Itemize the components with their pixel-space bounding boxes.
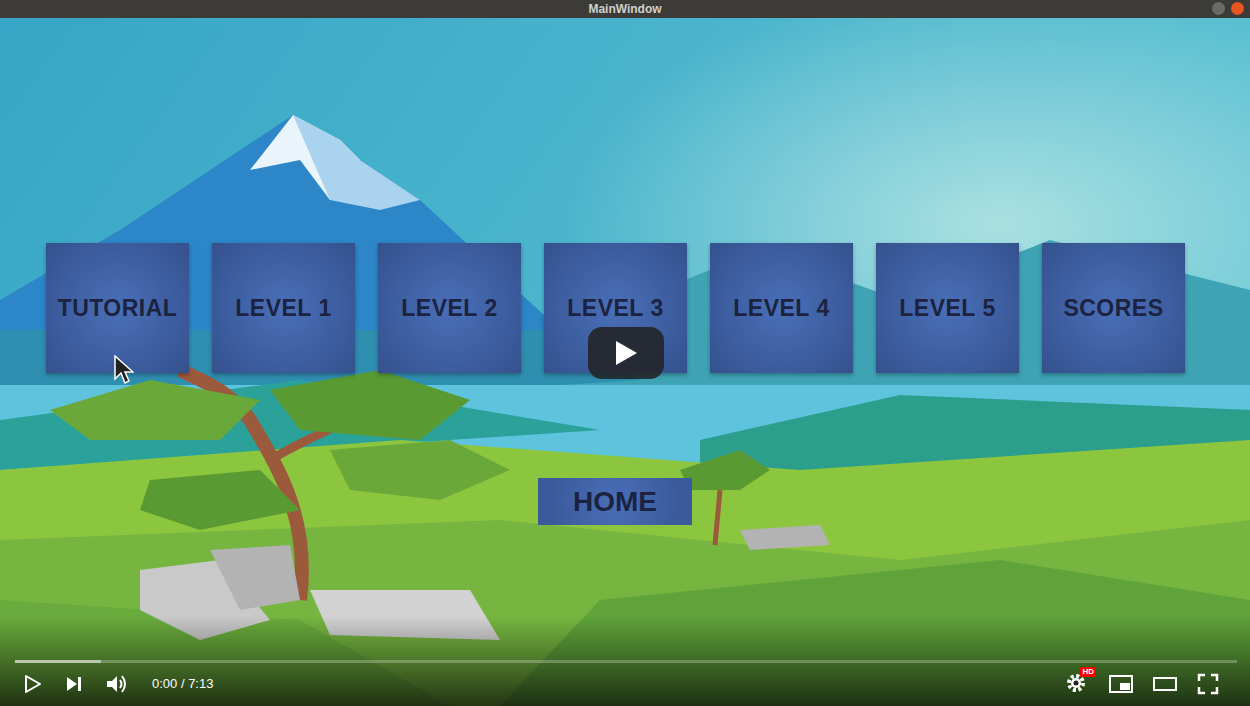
home-button-label: HOME [573, 481, 657, 523]
level-button[interactable]: LEVEL 5 [876, 243, 1019, 373]
play-icon[interactable] [20, 672, 44, 696]
buffered-fill [15, 660, 101, 663]
minimize-icon[interactable] [1212, 2, 1225, 15]
level-button[interactable]: LEVEL 2 [378, 243, 521, 373]
close-icon[interactable] [1231, 2, 1244, 15]
level-button[interactable]: LEVEL 4 [710, 243, 853, 373]
window-controls [1212, 2, 1244, 15]
view-buttons [1108, 672, 1220, 696]
time-display: 0:00 / 7:13 [152, 674, 213, 694]
home-button[interactable]: HOME [538, 478, 692, 525]
level-button-label: LEVEL 5 [899, 291, 995, 326]
title-bar: MainWindow [0, 0, 1250, 18]
miniplayer-icon[interactable] [1108, 672, 1134, 696]
level-button-label: SCORES [1063, 291, 1163, 326]
cursor-icon [114, 355, 134, 385]
level-button-label: TUTORIAL [58, 291, 178, 326]
level-button-label: LEVEL 4 [733, 291, 829, 326]
level-button[interactable]: SCORES [1042, 243, 1185, 373]
left-controls: 0:00 / 7:13 [20, 672, 213, 696]
progress-track[interactable] [15, 660, 1237, 663]
theater-mode-icon[interactable] [1152, 672, 1178, 696]
player-controls: 0:00 / 7:13 HD [0, 616, 1250, 706]
play-icon [614, 340, 638, 366]
level-button-label: LEVEL 1 [235, 291, 331, 326]
fullscreen-icon[interactable] [1196, 672, 1220, 696]
level-button[interactable]: LEVEL 1 [212, 243, 355, 373]
big-play-button[interactable] [588, 327, 664, 379]
level-menu: TUTORIAL LEVEL 1 LEVEL 2 LEVEL 3 LEVEL 4 LEVE… [0, 18, 1250, 525]
settings-button[interactable]: HD [1064, 671, 1090, 697]
control-bar: 0:00 / 7:13 HD [0, 666, 1250, 702]
next-icon[interactable] [62, 672, 86, 696]
level-button-label: LEVEL 2 [401, 291, 497, 326]
hd-badge: HD [1080, 667, 1096, 677]
right-controls: HD [1064, 671, 1230, 697]
window-title: MainWindow [588, 2, 661, 16]
volume-icon[interactable] [104, 672, 130, 696]
level-button[interactable]: TUTORIAL [46, 243, 189, 373]
level-button-label: LEVEL 3 [567, 291, 663, 326]
